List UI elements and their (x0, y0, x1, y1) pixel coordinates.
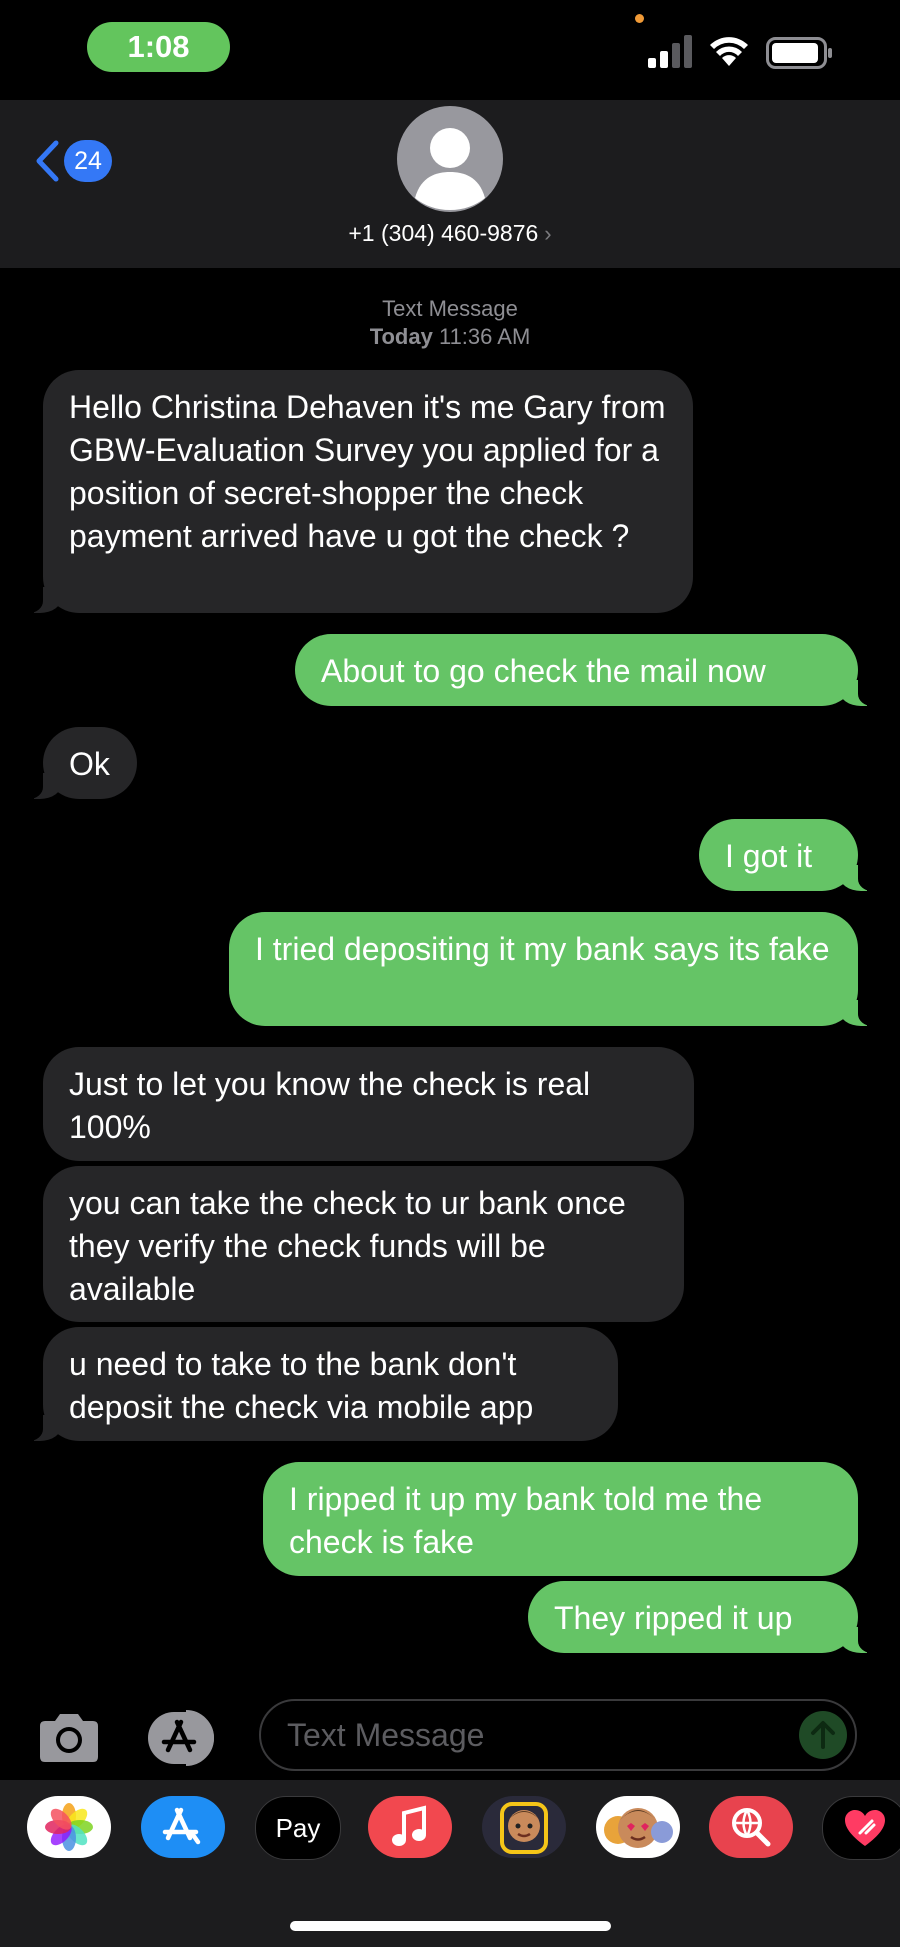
chevron-right-icon: › (544, 221, 552, 246)
memoji-face-icon (500, 1802, 548, 1854)
message-bubble-outgoing[interactable]: I got it (699, 819, 880, 891)
music-note-icon (392, 1805, 426, 1846)
photos-app-icon[interactable] (27, 1796, 111, 1858)
contact-avatar[interactable] (397, 106, 503, 212)
unread-count-badge: 24 (64, 140, 112, 182)
battery-icon (766, 37, 832, 69)
app-store-a-icon (162, 1807, 201, 1845)
contact-number: +1 (304) 460-9876 (348, 220, 539, 246)
photos-flower-icon (45, 1803, 93, 1851)
message-bubble-incoming[interactable]: Hello Christina Dehaven it's me Gary fro… (21, 370, 693, 613)
app-store-icon[interactable] (141, 1796, 225, 1858)
message-input[interactable]: Text Message (259, 1699, 857, 1771)
arrow-up-icon (811, 1721, 835, 1749)
chevron-left-icon (36, 140, 59, 182)
conversation-header: 24 +1 (304) 460-9876 › (0, 100, 900, 268)
message-bubble-outgoing[interactable]: About to go check the mail now (295, 634, 880, 706)
mic-indicator-icon (635, 14, 644, 23)
apple-pay-label: Pay (275, 1812, 321, 1843)
message-bubble-incoming[interactable]: you can take the check to ur bank once t… (43, 1166, 684, 1322)
web-images-search-icon[interactable] (709, 1796, 793, 1858)
memoji-icon[interactable] (482, 1796, 566, 1858)
sticker-faces-icon (604, 1808, 673, 1848)
animoji-stickers-icon[interactable] (596, 1796, 680, 1858)
message-bubble-incoming[interactable]: Just to let you know the check is real 1… (43, 1047, 694, 1161)
globe-magnifier-icon (732, 1808, 771, 1847)
person-silhouette-icon (415, 128, 485, 210)
heart-icon (845, 1810, 885, 1846)
status-bar: 1:08 (0, 0, 900, 100)
back-button[interactable]: 24 (34, 136, 112, 186)
message-bubble-outgoing[interactable]: They ripped it up (528, 1581, 880, 1653)
camera-button[interactable] (36, 1712, 102, 1764)
contact-name-button[interactable]: +1 (304) 460-9876 › (0, 220, 900, 247)
service-label: Text Message (382, 296, 518, 321)
message-bubble-incoming[interactable]: u need to take to the bank don't deposit… (21, 1327, 618, 1441)
home-indicator[interactable] (290, 1921, 611, 1931)
message-bubble-outgoing[interactable]: I tried depositing it my bank says its f… (229, 912, 880, 1026)
music-app-icon[interactable] (368, 1796, 452, 1858)
message-bubble-outgoing[interactable]: I ripped it up my bank told me the check… (263, 1462, 858, 1576)
app-store-apps-button[interactable] (146, 1710, 226, 1766)
cellular-signal-icon (648, 35, 692, 68)
thread-timestamp: Text Message Today 11:36 AM (0, 295, 900, 351)
status-time[interactable]: 1:08 (87, 22, 230, 72)
apple-pay-icon[interactable]: Pay (255, 1796, 341, 1860)
digital-touch-icon[interactable] (822, 1796, 900, 1860)
message-bubble-incoming[interactable]: Ok (21, 727, 137, 799)
date-label: Today (369, 324, 433, 349)
time-label: 11:36 AM (438, 324, 531, 349)
message-input-placeholder: Text Message (287, 1716, 485, 1753)
wifi-icon (710, 37, 748, 66)
send-button[interactable] (799, 1711, 847, 1759)
